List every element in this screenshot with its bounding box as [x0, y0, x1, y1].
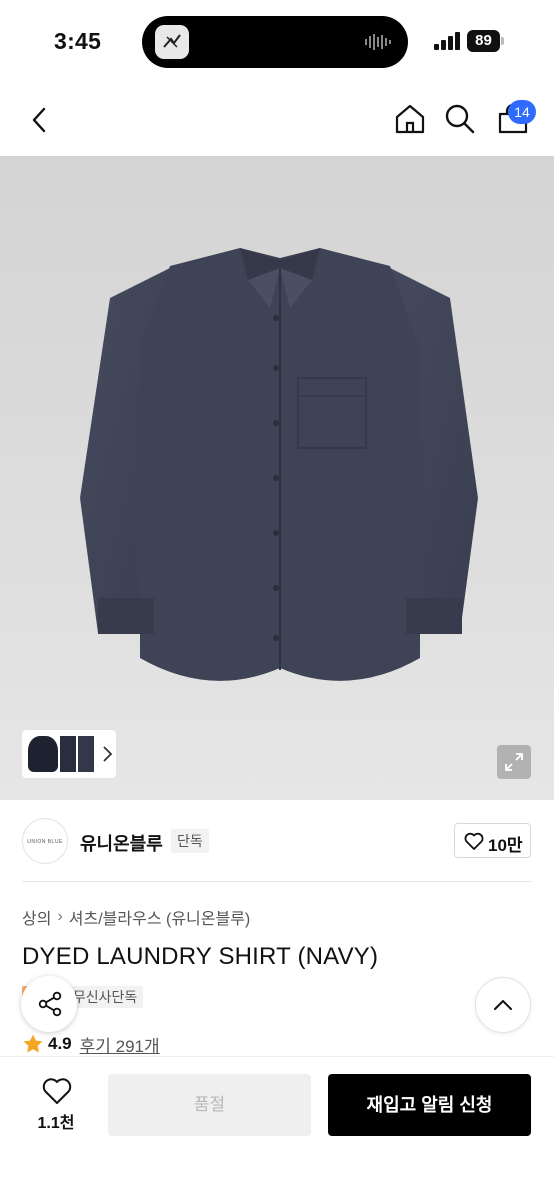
rating-row: 4.9 후기 291개 — [22, 1032, 160, 1056]
share-icon — [38, 991, 62, 1017]
now-playing-app-icon — [155, 25, 189, 59]
brand-row[interactable]: UNION BLUE 유니온블루 단독 10만 — [0, 800, 554, 882]
heart-icon — [464, 832, 484, 850]
bottom-action-bar: 1.1천 품절 재입고 알림 신청 — [0, 1056, 554, 1200]
breadcrumb: 상의 › 셔츠/블라우스 (유니온블루) — [22, 905, 250, 929]
battery-indicator: 89 — [467, 30, 505, 52]
cellular-signal-icon — [434, 32, 460, 50]
product-image[interactable] — [0, 156, 554, 800]
exclusive-tag: 무신사단독 — [66, 986, 144, 1008]
divider — [22, 881, 532, 882]
share-button[interactable] — [21, 976, 77, 1032]
status-bar: 3:45 89 — [0, 0, 554, 84]
brand-logo[interactable]: UNION BLUE — [22, 818, 68, 864]
scroll-to-top-button[interactable] — [475, 977, 531, 1033]
dynamic-island — [142, 16, 408, 68]
cart-count-badge: 14 — [508, 100, 536, 124]
wish-count: 1.1천 — [37, 1115, 75, 1132]
breadcrumb-item[interactable]: 상의 — [22, 905, 51, 929]
home-icon[interactable] — [393, 102, 427, 136]
star-icon — [23, 1034, 43, 1053]
shirt-illustration — [80, 248, 478, 681]
chevron-right-icon[interactable] — [100, 744, 114, 764]
expand-image-button[interactable] — [497, 745, 531, 779]
review-link[interactable]: 후기 291개 — [80, 1032, 160, 1057]
product-title: DYED LAUNDRY SHIRT (NAVY) — [22, 943, 379, 970]
expand-icon — [505, 753, 523, 771]
top-nav-bar — [0, 84, 554, 156]
status-time: 3:45 — [54, 28, 102, 54]
thumbnail-strip[interactable] — [22, 730, 116, 778]
breadcrumb-separator-icon: › — [57, 908, 63, 925]
breadcrumb-item[interactable]: 셔츠/블라우스 (유니온블루) — [69, 905, 250, 929]
exclusive-badge: 단독 — [171, 829, 209, 853]
rating-value: 4.9 — [48, 1034, 72, 1053]
thumbnail-image[interactable] — [78, 736, 94, 772]
restock-alert-button[interactable]: 재입고 알림 신청 — [328, 1074, 531, 1136]
heart-icon[interactable] — [42, 1077, 72, 1105]
back-chevron-icon[interactable] — [26, 106, 54, 134]
thumbnail-image[interactable] — [28, 736, 58, 772]
brand-like-count: 10만 — [488, 836, 523, 855]
search-icon[interactable] — [444, 103, 476, 135]
audio-wave-icon — [365, 34, 391, 50]
thumbnail-image[interactable] — [60, 736, 76, 772]
battery-level: 89 — [467, 30, 500, 52]
brand-name[interactable]: 유니온블루 — [80, 830, 163, 856]
brand-like-button[interactable]: 10만 — [454, 823, 531, 858]
soldout-button: 품절 — [108, 1074, 311, 1136]
chevron-up-icon — [494, 1000, 512, 1010]
